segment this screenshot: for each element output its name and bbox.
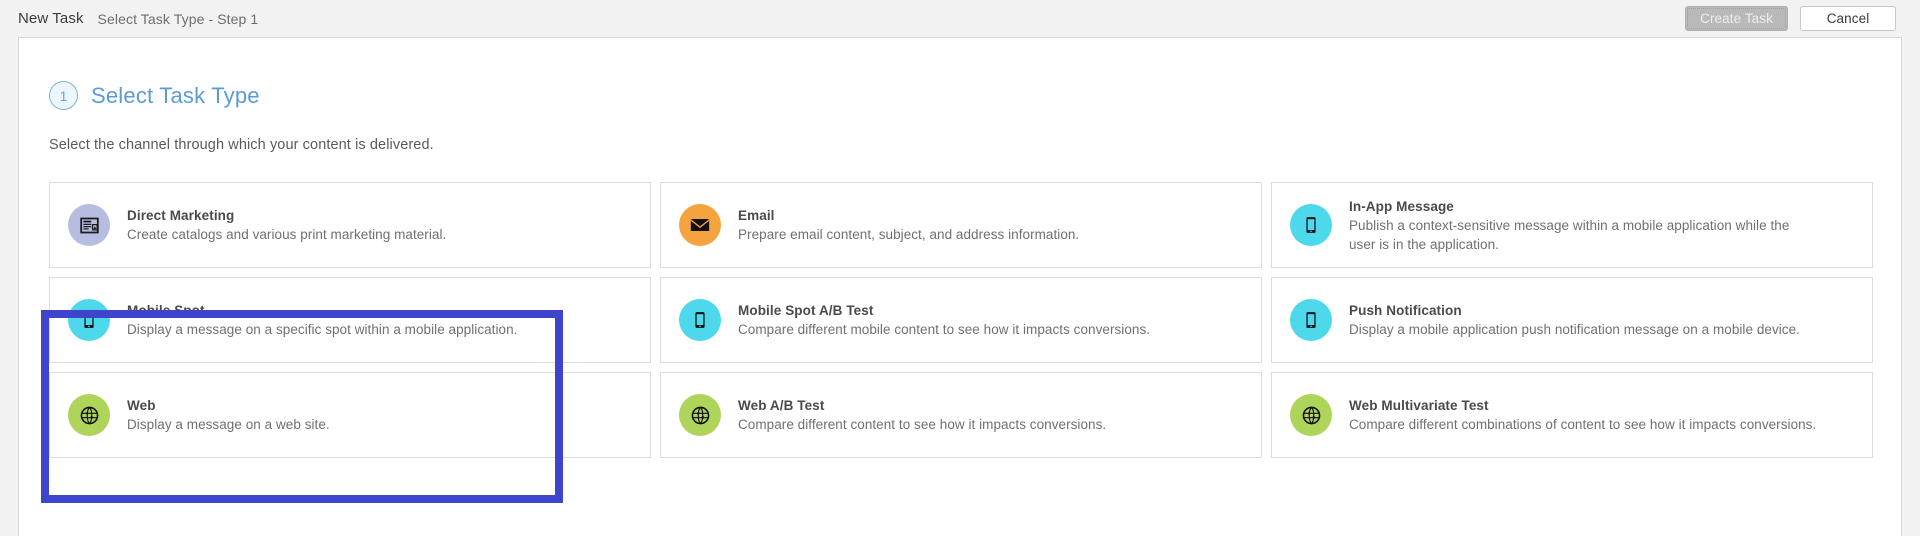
task-type-desc: Display a message on a specific spot wit… [127,322,518,337]
task-type-text: Email Prepare email content, subject, an… [738,206,1079,244]
task-type-row: Web Display a message on a web site. Web… [49,372,1873,458]
task-type-card-web-multivariate-test[interactable]: Web Multivariate Test Compare different … [1271,372,1873,458]
task-type-desc: Compare different content to see how it … [738,417,1107,432]
task-type-title: In-App Message [1349,198,1454,214]
main-panel: 1 Select Task Type Select the channel th… [18,37,1902,536]
task-type-text: Web Multivariate Test Compare different … [1349,396,1816,434]
task-type-text: Push Notification Display a mobile appli… [1349,301,1800,339]
globe-icon [68,394,110,436]
globe-icon [1290,394,1332,436]
task-type-cell: Mobile Spot A/B Test Compare different m… [660,277,1262,363]
task-type-text: Web A/B Test Compare different content t… [738,396,1106,434]
task-type-desc: Publish a context-sensitive message with… [1349,217,1790,252]
task-type-desc: Prepare email content, subject, and addr… [738,227,1080,242]
task-type-title: Web [127,398,156,413]
cancel-button[interactable]: Cancel [1800,6,1896,31]
task-type-row: Direct Marketing Create catalogs and var… [49,182,1873,268]
task-type-title: Mobile Spot A/B Test [738,303,874,318]
task-type-desc: Compare different mobile content to see … [738,322,1151,337]
task-type-cell: Push Notification Display a mobile appli… [1271,277,1873,363]
top-bar: New Task Select Task Type - Step 1 Creat… [0,0,1920,37]
task-type-text: Web Display a message on a web site. [127,396,330,434]
task-type-card-web-ab-test[interactable]: Web A/B Test Compare different content t… [660,372,1262,458]
mobile-phone-icon [68,299,110,341]
task-type-cell: Web Display a message on a web site. [49,372,651,458]
task-type-card-direct-marketing[interactable]: Direct Marketing Create catalogs and var… [49,182,651,268]
task-type-desc: Create catalogs and various print market… [127,227,447,242]
page-title: Select Task Type [91,82,260,108]
task-type-title: Web A/B Test [738,398,825,413]
task-type-cell: Web A/B Test Compare different content t… [660,372,1262,458]
task-type-title: Push Notification [1349,303,1462,318]
mobile-phone-icon [1290,204,1332,246]
breadcrumb-step: Select Task Type - Step 1 [97,10,259,27]
task-type-card-mobile-spot[interactable]: Mobile Spot Display a message on a speci… [49,277,651,363]
task-type-text: In-App Message Publish a context-sensiti… [1349,197,1819,254]
step-header: 1 Select Task Type [49,81,1901,110]
envelope-icon [679,204,721,246]
task-type-desc: Compare different combinations of conten… [1349,417,1817,432]
task-type-cell: In-App Message Publish a context-sensiti… [1271,182,1873,268]
task-type-row: Mobile Spot Display a message on a speci… [49,277,1873,363]
task-type-cell: Email Prepare email content, subject, an… [660,182,1262,268]
task-type-grid: Direct Marketing Create catalogs and var… [49,182,1873,458]
step-number-badge: 1 [49,81,78,110]
task-type-card-mobile-spot-ab-test[interactable]: Mobile Spot A/B Test Compare different m… [660,277,1262,363]
mobile-phone-icon [1290,299,1332,341]
create-task-button[interactable]: Create Task [1685,6,1788,31]
task-type-title: Web Multivariate Test [1349,398,1489,413]
task-type-cell: Mobile Spot Display a message on a speci… [49,277,651,363]
task-type-text: Mobile Spot Display a message on a speci… [127,301,517,339]
window-title: New Task [18,10,84,27]
task-type-cell: Direct Marketing Create catalogs and var… [49,182,651,268]
task-type-cell: Web Multivariate Test Compare different … [1271,372,1873,458]
task-type-desc: Display a message on a web site. [127,417,330,432]
mobile-phone-icon [679,299,721,341]
task-type-title: Email [738,208,775,223]
task-type-card-in-app-message[interactable]: In-App Message Publish a context-sensiti… [1271,182,1873,268]
task-type-title: Mobile Spot [127,303,205,318]
task-type-desc: Display a mobile application push notifi… [1349,322,1800,337]
task-type-card-web[interactable]: Web Display a message on a web site. [49,372,651,458]
task-type-title: Direct Marketing [127,208,235,223]
task-type-text: Direct Marketing Create catalogs and var… [127,206,446,244]
instruction-text: Select the channel through which your co… [49,137,434,153]
task-type-card-email[interactable]: Email Prepare email content, subject, an… [660,182,1262,268]
topbar-actions: Create Task Cancel [1685,6,1896,31]
newspaper-icon [68,204,110,246]
task-type-card-push-notification[interactable]: Push Notification Display a mobile appli… [1271,277,1873,363]
task-type-text: Mobile Spot A/B Test Compare different m… [738,301,1150,339]
globe-icon [679,394,721,436]
